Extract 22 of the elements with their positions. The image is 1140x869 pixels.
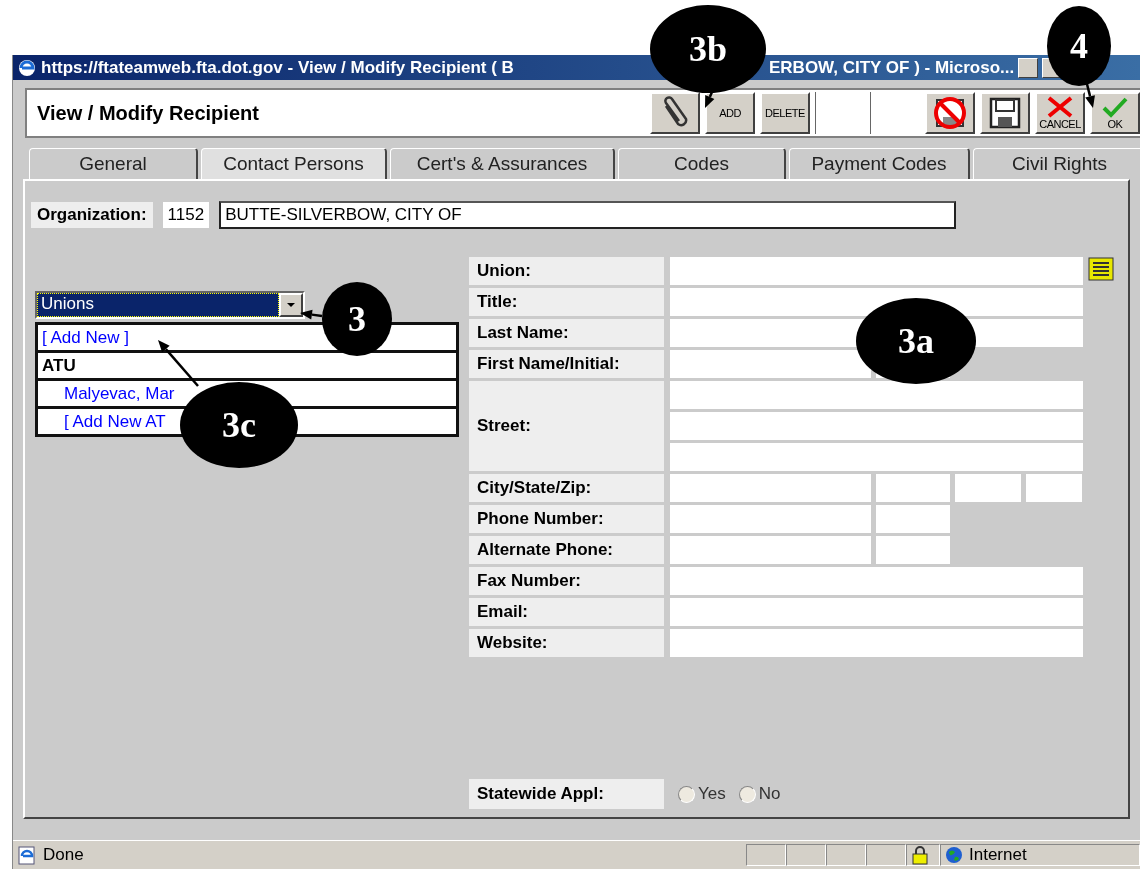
zone-text: Internet: [969, 845, 1027, 865]
field-label: Phone Number:: [469, 505, 664, 533]
field-label: Title:: [469, 288, 664, 316]
field-label: City/State/Zip:: [469, 474, 664, 502]
callout-tooltip: 3b: [650, 5, 766, 93]
organization-id: 1152: [162, 202, 210, 228]
status-text: Done: [43, 845, 84, 865]
callout-tooltip: 4: [1047, 6, 1111, 86]
window-title: https://ftateamweb.fta.dot.gov - View / Modify Recipient ( B: [41, 57, 515, 78]
field-label: First Name/Initial:: [469, 350, 664, 378]
field-label: Street:: [469, 381, 664, 471]
field-label: Last Name:: [469, 319, 664, 347]
field-label: Union:: [469, 257, 664, 285]
field-label: Email:: [469, 598, 664, 626]
page-title: View / Modify Recipient: [37, 101, 260, 125]
field-label: Alternate Phone:: [469, 536, 664, 564]
field-label: Website:: [469, 629, 664, 657]
field-label: Statewide Appl:: [469, 779, 664, 809]
field-label: Organization:: [31, 202, 153, 228]
field-label: Fax Number:: [469, 567, 664, 595]
group-heading: ATU: [38, 353, 456, 378]
window-title: ERBOW, CITY OF ) - Microso...: [769, 57, 1015, 78]
